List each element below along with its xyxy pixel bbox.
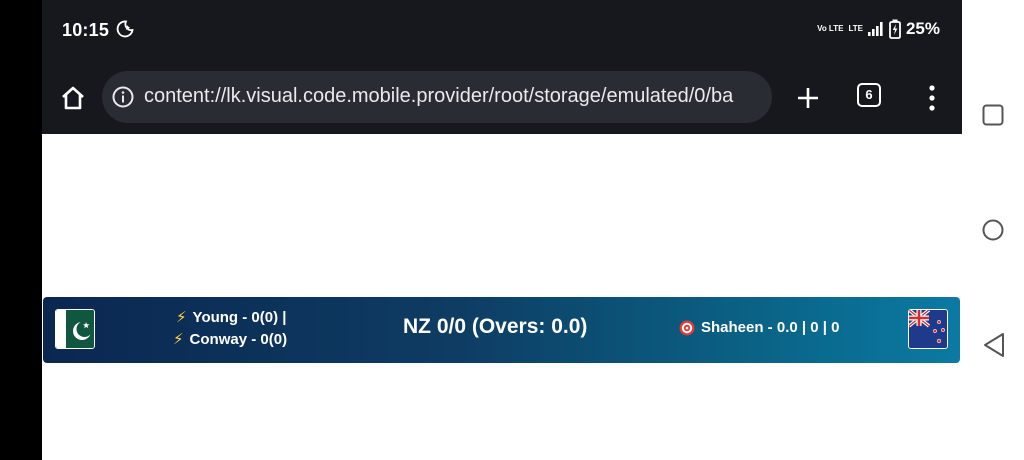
home-button[interactable]: [982, 219, 1004, 241]
pakistan-flag: [55, 309, 95, 349]
team-score: NZ 0/0 (Overs: 0.0): [403, 315, 588, 338]
left-bezel: [0, 0, 42, 460]
back-button[interactable]: [982, 332, 1006, 358]
new-zealand-flag: [908, 309, 948, 349]
phone-screen: 10:15 Vo LTE LTE 25% content://lk.visual…: [42, 0, 962, 460]
more-vert-icon[interactable]: [922, 84, 942, 112]
batter-row: ⚡ Young - 0(0) |: [173, 307, 287, 329]
batter-row: ⚡ Conway - 0(0): [173, 329, 287, 351]
status-right: Vo LTE LTE 25%: [817, 19, 940, 39]
info-icon[interactable]: [112, 86, 134, 108]
target-icon: [679, 320, 695, 335]
url-text[interactable]: content://lk.visual.code.mobile.provider…: [144, 85, 733, 108]
status-time: 10:15: [62, 20, 110, 40]
lte-label: LTE: [848, 24, 863, 33]
signal-icon: [867, 22, 883, 36]
bowler-panel: Shaheen - 0.0 | 0 | 0: [679, 319, 839, 336]
android-nav-bar: [962, 0, 1024, 460]
moon-icon: [116, 20, 134, 38]
tab-count[interactable]: 6: [857, 83, 881, 107]
score-banner: ⚡ Young - 0(0) | ⚡ Conway - 0(0) NZ 0/0 …: [43, 297, 960, 363]
battery-percentage: 25%: [905, 19, 940, 38]
plus-icon[interactable]: [794, 84, 822, 112]
network-type-label: Vo LTE: [817, 24, 844, 33]
batter-2: Conway - 0(0): [189, 331, 288, 348]
recents-button[interactable]: [982, 104, 1004, 126]
lightning-icon: ⚡: [173, 331, 184, 348]
status-bar: 10:15 Vo LTE LTE 25%: [42, 0, 962, 62]
batters-panel: ⚡ Young - 0(0) | ⚡ Conway - 0(0): [173, 307, 287, 351]
battery-icon: [889, 19, 901, 39]
bowler-stats: Shaheen - 0.0 | 0 | 0: [701, 319, 840, 336]
tabs-button[interactable]: 6: [857, 83, 883, 109]
batter-1: Young - 0(0) |: [192, 309, 287, 326]
url-bar[interactable]: content://lk.visual.code.mobile.provider…: [102, 71, 772, 123]
home-icon[interactable]: [59, 84, 87, 112]
browser-toolbar: content://lk.visual.code.mobile.provider…: [42, 62, 962, 134]
lightning-icon: ⚡: [176, 309, 187, 326]
